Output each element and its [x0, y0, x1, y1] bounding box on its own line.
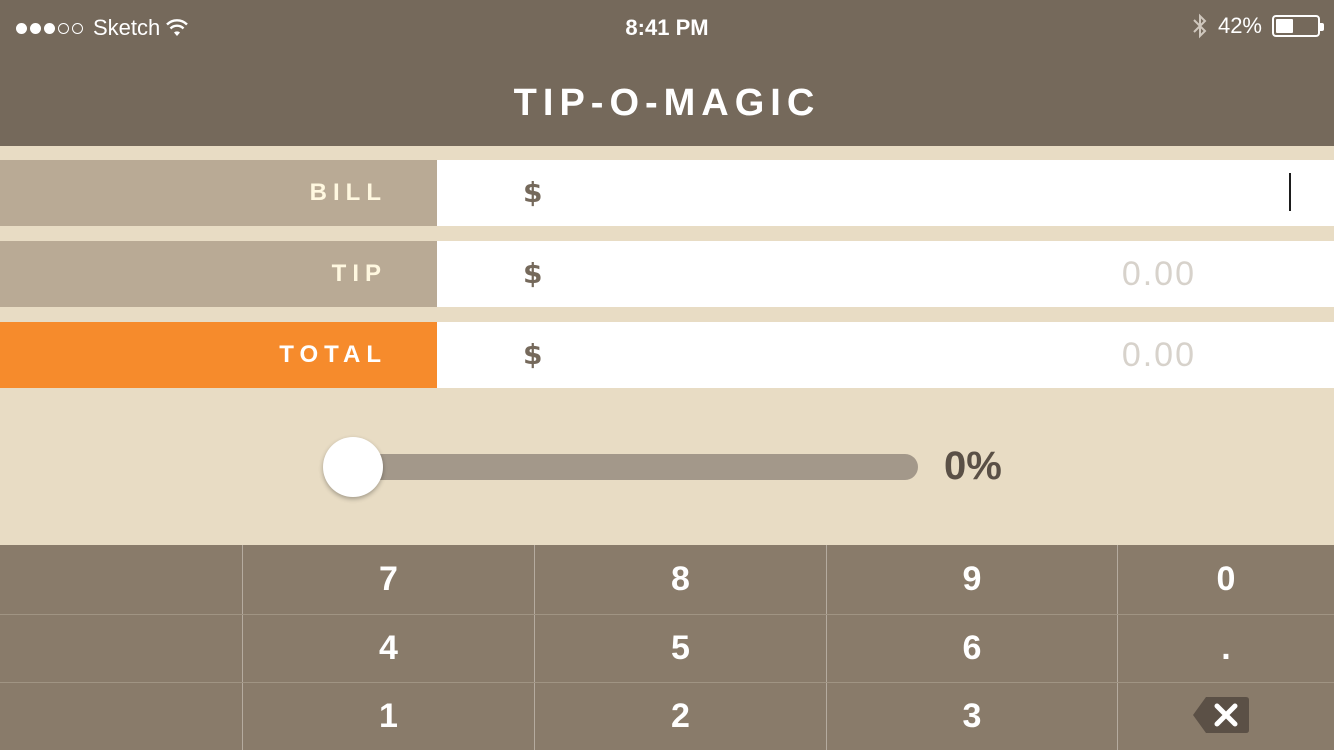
bill-row: BILL $ — [0, 160, 1334, 226]
status-time: 8:41 PM — [625, 15, 709, 40]
key-8[interactable]: 8 — [535, 545, 826, 614]
bill-input[interactable]: $ — [437, 160, 1334, 226]
key-2[interactable]: 2 — [535, 683, 826, 750]
battery-fill — [1276, 19, 1293, 33]
bill-label: BILL — [0, 160, 437, 226]
text-cursor — [1289, 173, 1291, 211]
total-field: $ 0.00 — [437, 322, 1334, 388]
tip-percent-slider-thumb[interactable] — [323, 437, 383, 497]
battery-percent: 42% — [1217, 13, 1262, 38]
app-title: TIP-O-MAGIC — [513, 82, 821, 124]
tip-value: 0.00 — [1121, 255, 1196, 293]
key-0[interactable]: 0 — [1118, 545, 1334, 614]
tip-percent-value: 0% — [944, 444, 1002, 488]
total-row: TOTAL $ 0.00 — [0, 322, 1334, 388]
tip-label: TIP — [0, 241, 437, 307]
key-7[interactable]: 7 — [243, 545, 534, 614]
key-3[interactable]: 3 — [827, 683, 1117, 750]
key-1[interactable]: 1 — [243, 683, 534, 750]
tip-currency: $ — [523, 257, 543, 290]
key-4[interactable]: 4 — [243, 615, 534, 682]
key-5[interactable]: 5 — [535, 615, 826, 682]
tip-field: $ 0.00 — [437, 241, 1334, 307]
tip-row: TIP $ 0.00 — [0, 241, 1334, 307]
numeric-keypad: 7 8 9 0 4 5 6 . 1 2 3 — [0, 545, 1334, 750]
key-decimal[interactable]: . — [1118, 615, 1334, 682]
key-6[interactable]: 6 — [827, 615, 1117, 682]
battery-icon — [1272, 15, 1324, 37]
key-9[interactable]: 9 — [827, 545, 1117, 614]
status-right: 42% — [1192, 13, 1324, 39]
total-value: 0.00 — [1121, 336, 1196, 374]
total-label: TOTAL — [0, 322, 437, 388]
battery-nub — [1320, 23, 1324, 31]
backspace-icon — [1193, 697, 1249, 733]
tip-percent-slider-track[interactable] — [350, 454, 918, 480]
status-bar: Sketch 8:41 PM 42% — [0, 0, 1334, 56]
backspace-button[interactable] — [1192, 695, 1250, 739]
total-currency: $ — [523, 338, 543, 371]
bill-currency: $ — [523, 176, 543, 209]
bluetooth-icon — [1193, 13, 1207, 39]
top-bar: Sketch 8:41 PM 42% TIP-O-MAGIC — [0, 0, 1334, 146]
